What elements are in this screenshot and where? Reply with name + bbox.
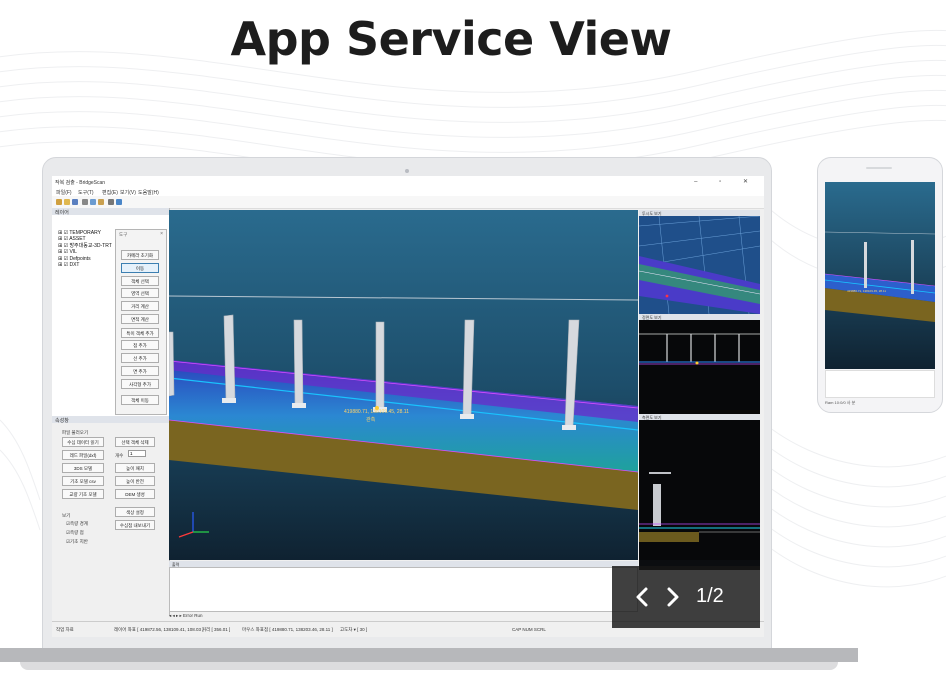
status-distance: 거리 [ 356.01 ] (202, 627, 231, 632)
tree-item-label: Defpoints (69, 255, 91, 262)
layer-tree: ⊞ ☑ TEMPORARY ⊞ ☑ ASSET ⊞ ☑ 방주대동교-3D-TRT… (58, 230, 112, 268)
tree-item[interactable]: ⊞ ☑ DXT (58, 262, 112, 268)
checkbox-label: 측량 점 (70, 530, 84, 535)
print-icon[interactable] (108, 199, 114, 205)
status-layer-coord: 레이어 좌표 [ 419872.56, 138109.41, 108.03 ] (114, 627, 204, 632)
side-views-panel: 투시도 보기 정면도 보기 측면도 보기 (639, 210, 760, 570)
left-panel: 레이어 ⊞ ☑ TEMPORARY ⊞ ☑ ASSET ⊞ ☑ 방주대동교-3D… (52, 208, 170, 616)
3d-viewport[interactable]: 419880.71, 138109.45, 28.11 관측 (169, 210, 638, 560)
output-panel[interactable] (169, 567, 638, 612)
status-mouse-coord: 마우스 좌표점 [ 419880.71, 138203.46, 28.11 ] (242, 627, 333, 632)
cut-icon[interactable] (82, 199, 88, 205)
tool-button[interactable]: 면적 계산 (121, 314, 159, 324)
phone-screen: 419880.71, 138109.45, 28.11 (825, 182, 935, 369)
new-file-icon[interactable] (56, 199, 62, 205)
property-panel: 파일 불러오기 수심 데이터 읽기 레드 파일(dxf) 3DS 모델 기초 모… (52, 423, 169, 616)
slide-counter: 1/2 (696, 585, 724, 607)
menu-tools[interactable]: 도구(T) (78, 189, 94, 196)
paste-icon[interactable] (98, 199, 104, 205)
bridge-point-cloud-render: 419880.71, 138109.45, 28.11 관측 (169, 210, 638, 560)
carousel-controls: 1/2 (612, 566, 760, 628)
dem-create-button[interactable]: DEM 생성 (115, 489, 155, 499)
view-checkbox[interactable]: ☑기초 지반 (66, 539, 88, 545)
perspective-view[interactable] (639, 216, 760, 314)
tool-button[interactable]: 선 추가 (121, 353, 159, 363)
tool-popup-title: 도구 (119, 232, 128, 237)
height-invert-button[interactable]: 높이 반전 (115, 476, 155, 486)
color-setting-button[interactable]: 색상 설정 (115, 507, 155, 517)
file-button[interactable]: 기초 모델 csv (62, 476, 104, 486)
tool-popup: 도구 × 카메라 초기화 이동 객체 선택 영역 선택 거리 계산 면적 계산 … (115, 229, 167, 415)
side-view[interactable] (639, 420, 760, 560)
tree-item-label: TEMPORARY (69, 230, 101, 236)
window-controls[interactable]: – ▫ ✕ (694, 178, 758, 185)
page-headline: App Service View (230, 12, 672, 66)
file-button[interactable]: 교량 기초 모델 (62, 489, 104, 499)
menu-file[interactable]: 파일(F) (56, 189, 72, 196)
file-button[interactable]: 수심 데이터 읽기 (62, 437, 104, 447)
open-folder-icon[interactable] (64, 199, 70, 205)
tree-item-label: VIL (69, 249, 77, 256)
tool-button[interactable]: 거리 계산 (121, 301, 159, 311)
property-panel-header: 속성창 (52, 416, 169, 424)
file-group-label: 파일 불러오기 (62, 430, 89, 435)
selected-point-marker[interactable] (375, 406, 379, 410)
view-checkbox[interactable]: ☑측량 점 (66, 530, 84, 536)
view-checkbox[interactable]: ☑측량 경계 (66, 521, 88, 527)
chevron-left-icon[interactable] (631, 584, 655, 610)
phone-point-cloud-render: 419880.71, 138109.45, 28.11 (825, 182, 935, 369)
output-tabs[interactable]: ◂ ◂ ▸ ▸ Error Run (169, 613, 203, 619)
layers-panel-title: 레이어 (55, 210, 69, 216)
tool-button[interactable]: 면 추가 (121, 366, 159, 376)
phone-bottom-panel (825, 370, 935, 398)
tree-item-label: ASSET (69, 236, 86, 243)
export-soundings-button[interactable]: 수심점 내보내기 (115, 520, 155, 530)
count-label: 개수 (115, 453, 124, 458)
status-keys: CAP NUM SCRL (512, 627, 546, 632)
tool-button[interactable]: 이동 (121, 263, 159, 273)
height-patch-button[interactable]: 높이 패치 (115, 463, 155, 473)
tool-button[interactable]: 특이 객체 추가 (121, 328, 159, 338)
copy-icon[interactable] (90, 199, 96, 205)
status-elevation: 고도차 ▾ [ 30 ] (340, 627, 368, 632)
front-view[interactable] (639, 320, 760, 414)
laptop-base (0, 648, 858, 662)
tool-button[interactable]: 사각형 추가 (121, 379, 159, 389)
phone-speaker (866, 167, 892, 169)
file-button[interactable]: 레드 파일(dxf) (62, 450, 104, 460)
menu-view[interactable]: 보기(V) (120, 189, 136, 196)
app-title: 작복 검출 - BridgeScan (55, 180, 106, 186)
tool-button[interactable]: 객체 이동 (121, 395, 159, 405)
menu-bar: 파일(F) 도구(T) 편집(E) 보기(V) 도움말(H) (52, 187, 764, 196)
layers-panel-header: 레이어 (52, 208, 169, 216)
tool-button[interactable]: 점 추가 (121, 340, 159, 350)
laptop-camera (405, 169, 409, 173)
laptop-base-lip (20, 662, 838, 670)
tree-item-label: DXT (69, 262, 80, 269)
menu-edit[interactable]: 편집(E) (102, 189, 118, 196)
help-icon[interactable] (116, 199, 122, 205)
tool-button[interactable]: 카메라 초기화 (121, 250, 159, 260)
delete-selected-button[interactable]: 선택 객체 삭제 (115, 437, 155, 447)
viewport-point-name: 관측 (366, 416, 376, 423)
checkbox-label: 측량 경계 (70, 521, 88, 526)
chevron-right-icon[interactable] (660, 584, 684, 610)
save-icon[interactable] (72, 199, 78, 205)
view-group-label: 보기 (62, 513, 71, 518)
tool-button[interactable]: 객체 선택 (121, 276, 159, 286)
phone-coordinate-label: 419880.71, 138109.45, 28.11 (847, 289, 886, 293)
phone-status-text: Ram 10:0/0 사 분 (825, 400, 856, 405)
tree-item-label: 방주대동교-3D-TRT (69, 242, 112, 249)
close-icon[interactable]: × (160, 231, 163, 237)
tool-button[interactable]: 영역 선택 (121, 288, 159, 298)
app-titlebar: 작복 검출 - BridgeScan – ▫ ✕ (52, 176, 764, 187)
checkbox-label: 기초 지반 (70, 539, 88, 544)
count-input[interactable] (128, 450, 146, 457)
file-button[interactable]: 3DS 모델 (62, 463, 104, 473)
status-left: 작업 자료 (56, 627, 74, 632)
menu-help[interactable]: 도움말(H) (138, 189, 159, 196)
